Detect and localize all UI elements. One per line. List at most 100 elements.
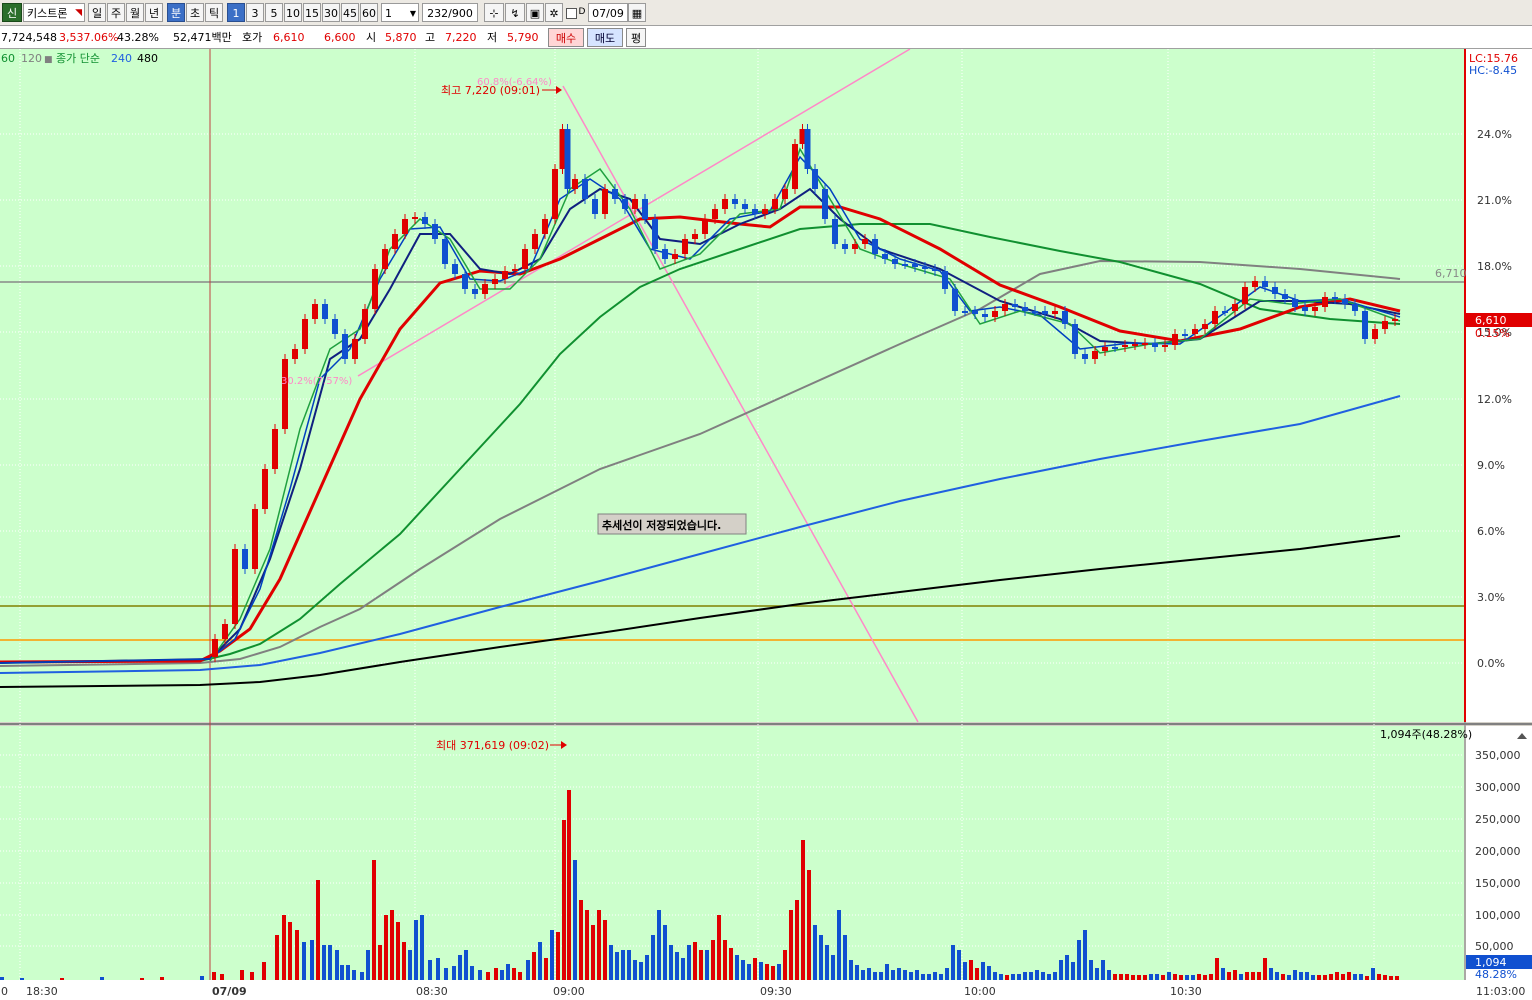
volume-bar [302,942,306,980]
volume-bar [573,860,577,980]
candle-body [482,284,488,294]
volume-bar [813,925,817,980]
stock-name-field[interactable]: 키스트론 ◥ [23,3,85,22]
stock-name: 키스트론 [27,7,68,20]
volume-bar [921,974,925,980]
volume-bar [843,935,847,980]
period-minute[interactable]: 분 [167,3,185,22]
volume-bar [1011,974,1015,980]
candle-body [932,269,938,271]
volume-bar [831,955,835,980]
period-week[interactable]: 주 [107,3,125,22]
save-icon[interactable]: ▣ [526,3,544,22]
period-year[interactable]: 년 [145,3,163,22]
volume-bar [753,958,757,980]
volume-bar [855,965,859,980]
volume-bar [1107,970,1111,980]
volume-bar [1161,975,1165,980]
volume-bar [759,962,763,980]
time-tick: 10:30 [1170,985,1202,998]
volume-bar [939,974,943,980]
candle-body [992,311,998,317]
volume-bar [765,964,769,980]
d-checkbox[interactable] [565,3,577,22]
volume-bar [275,935,279,980]
hc-label: HC:-8.45 [1469,64,1517,77]
candle-body [412,217,418,219]
eval-button[interactable]: 평 [626,28,646,47]
volume-bar [1071,962,1075,980]
candle-body [1252,281,1258,287]
chart-area[interactable]: 24.0% 21.0% 18.0% 15.0% 12.0% 9.0% 6.0% … [0,49,1532,1000]
volume-bar [282,915,286,980]
period-second[interactable]: 초 [186,3,204,22]
buy-button[interactable]: 매수 [548,28,584,47]
volume-bar [544,958,548,980]
volume-tick: 150,000 [1475,877,1521,890]
volume-bar [1035,970,1039,980]
sell-button[interactable]: 매도 [587,28,623,47]
legend-ma240: 240 [111,52,132,65]
max-volume-label: 최대 371,619 (09:02) [436,739,549,752]
volume-bar [444,968,448,980]
minute-30[interactable]: 30 [322,3,340,22]
volume-tick: 250,000 [1475,813,1521,826]
volume-bar [1131,975,1135,980]
volume-bar [711,940,715,980]
volume-bar [1359,974,1363,980]
minute-45[interactable]: 45 [341,3,359,22]
legend-ma120: 120 [21,52,42,65]
period-day[interactable]: 일 [88,3,106,22]
calendar-icon[interactable]: ▦ [628,3,646,22]
volume-bar [1233,970,1237,980]
candle-body [722,199,728,209]
volume-bar [903,970,907,980]
volume-bar [795,900,799,980]
minute-60[interactable]: 60 [360,3,378,22]
volume-bar [1113,974,1117,980]
volume-bar [783,950,787,980]
candle-body [212,639,218,657]
candle-body [1092,351,1098,359]
count-field[interactable]: 232/900 [422,3,478,22]
unit-select[interactable]: 1 ▼ [381,3,419,22]
volume-bar [160,977,164,980]
volume-bar [1287,975,1291,980]
candle-body [962,311,968,313]
volume-bar [669,945,673,980]
low-label: 저 [487,31,498,44]
volume-bar [346,965,350,980]
volume-bar [1083,930,1087,980]
minute-15[interactable]: 15 [303,3,321,22]
trendline-tool-icon[interactable]: ⊹ [484,3,504,22]
quote-label: 호가 [242,31,263,44]
candle-body [1002,304,1008,311]
candle-body [892,259,898,264]
dropdown-triangle-icon[interactable]: ◥ [75,4,82,23]
minute-5[interactable]: 5 [265,3,283,22]
volume-bar [408,950,412,980]
gear-icon[interactable]: ✲ [545,3,563,22]
time-tick: 09:30 [760,985,792,998]
volume-bar [639,962,643,980]
candle-body [242,549,248,569]
price-tick: 21.0% [1477,194,1512,207]
legend-ma-type: 종가 단순 [56,52,100,65]
minute-10[interactable]: 10 [284,3,302,22]
volume-bar [657,910,661,980]
candle-body [282,359,288,429]
volume-bar [777,964,781,980]
volume-bar [556,932,560,980]
period-tick[interactable]: 틱 [205,3,223,22]
candle-body [532,234,538,249]
chevron-down-icon[interactable]: ▼ [410,4,416,23]
candle-body [732,199,738,204]
period-month[interactable]: 월 [126,3,144,22]
volume-bar [609,945,613,980]
drawing-tool-icon[interactable]: ↯ [505,3,525,22]
minute-3[interactable]: 3 [246,3,264,22]
candle-body [472,289,478,294]
volume-bar [807,870,811,980]
date-field[interactable]: 07/09 [588,3,628,22]
minute-1[interactable]: 1 [227,3,245,22]
